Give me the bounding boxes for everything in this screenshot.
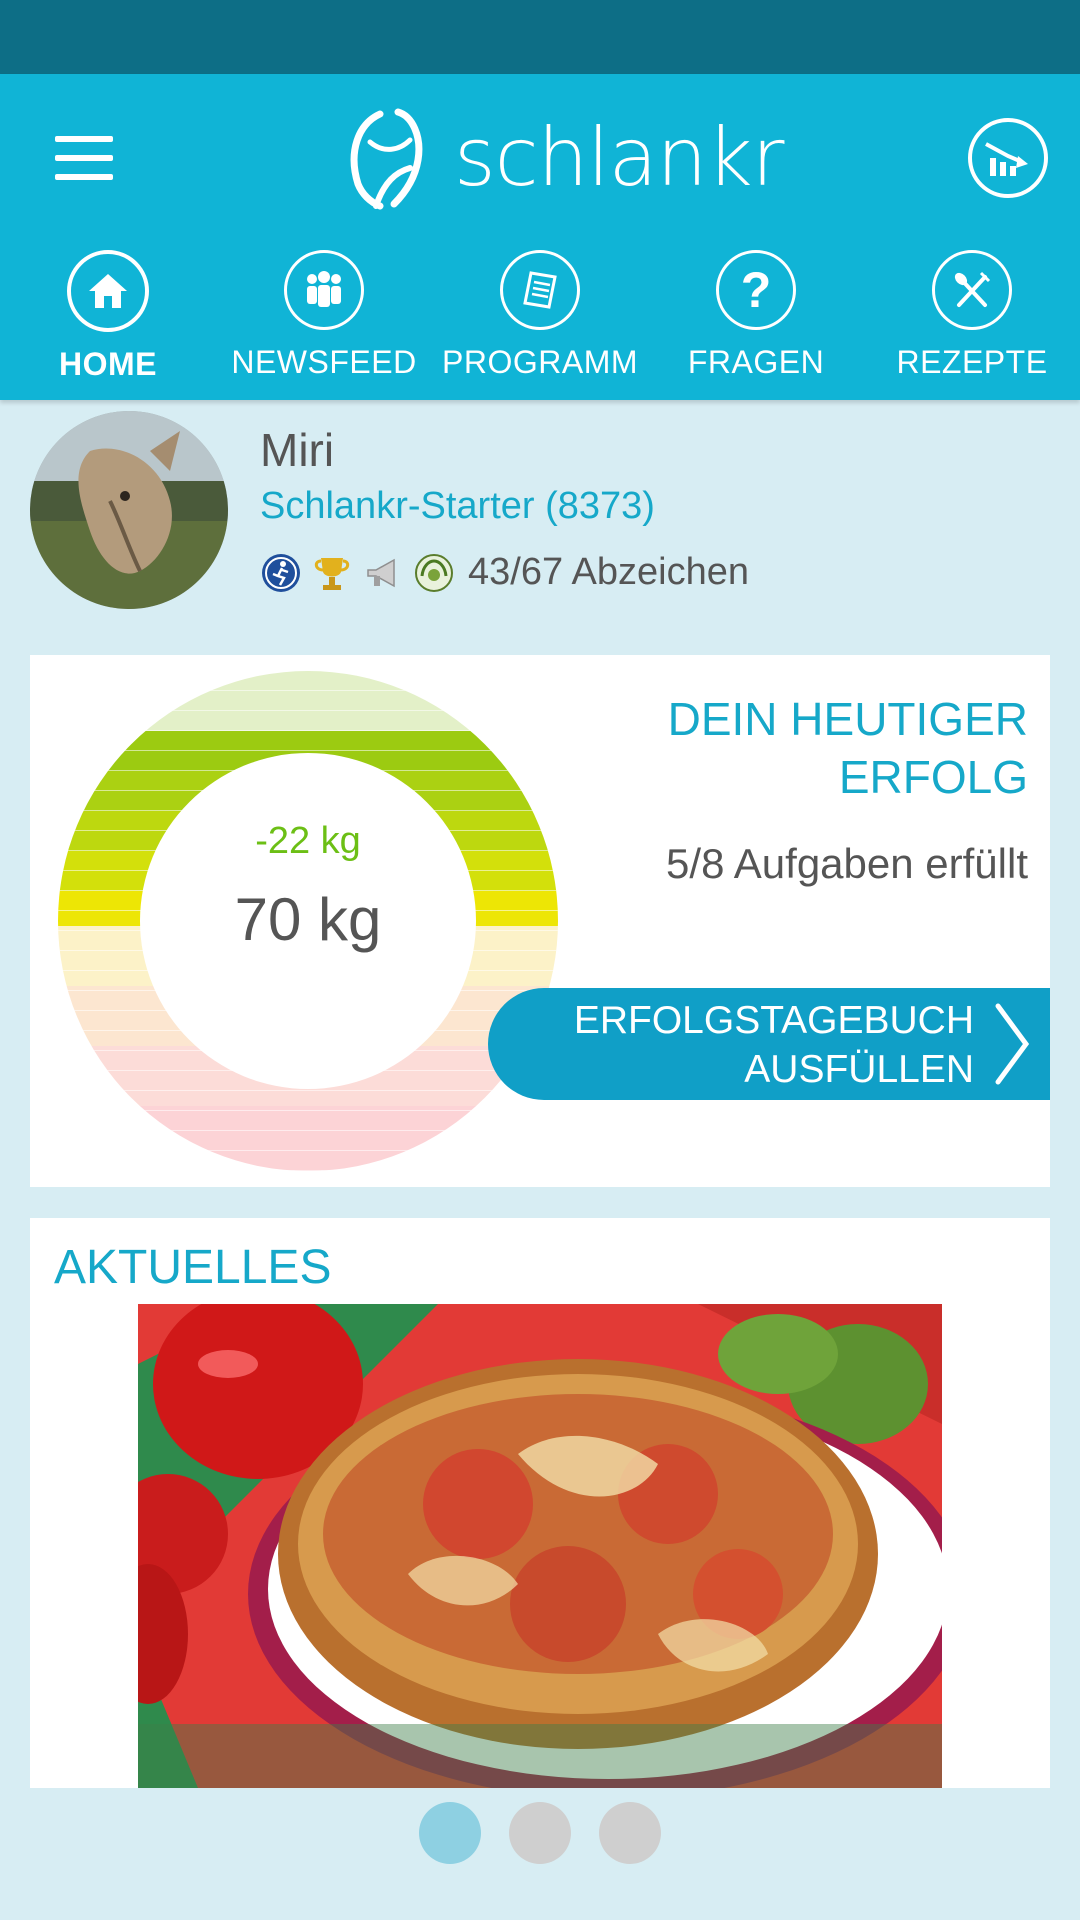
tab-programm[interactable]: PROGRAMM — [432, 250, 648, 400]
tab-fragen-label: FRAGEN — [687, 344, 825, 380]
tab-newsfeed-label: NEWSFEED — [231, 344, 417, 380]
tab-rezepte-label: REZEPTE — [896, 344, 1048, 380]
weight-chart-icon — [985, 142, 1028, 176]
tab-programm-label: PROGRAMM — [442, 344, 638, 380]
document-icon — [500, 250, 580, 330]
tab-home-label: HOME — [59, 346, 157, 382]
news-title: AKTUELLES — [54, 1241, 332, 1294]
badge-count: 43/67 Abzeichen — [468, 551, 750, 593]
daily-success-card: -22 kg 70 kg DEIN HEUTIGER ERFOLG 5/8 Au… — [30, 655, 1050, 1187]
carousel-pager — [0, 1802, 1080, 1864]
tab-home[interactable]: HOME — [0, 250, 216, 400]
tab-newsfeed[interactable]: NEWSFEED — [216, 250, 432, 400]
wreath-badge-icon — [415, 553, 453, 592]
main-navigation: HOME NEWSFEED PROGRAMM ? FRAGEN REZEPTE — [0, 250, 1080, 400]
success-title-line1: DEIN HEUTIGER — [667, 693, 1028, 745]
home-icon — [67, 250, 149, 332]
tab-rezepte[interactable]: REZEPTE — [864, 250, 1080, 400]
question-icon: ? — [716, 250, 796, 330]
fill-diary-button[interactable]: ERFOLGSTAGEBUCH AUSFÜLLEN — [488, 988, 1050, 1100]
fill-diary-label: ERFOLGSTAGEBUCH AUSFÜLLEN — [574, 996, 974, 1094]
brand-name: schlankr — [454, 110, 785, 204]
hamburger-icon[interactable] — [55, 136, 113, 180]
app-logo: schlankr — [340, 102, 785, 212]
pager-dot-1[interactable] — [419, 1802, 481, 1864]
weight-delta: -22 kg — [255, 820, 361, 862]
megaphone-badge-icon — [367, 558, 395, 587]
avatar[interactable] — [30, 411, 228, 609]
people-icon — [284, 250, 364, 330]
tab-fragen[interactable]: ? FRAGEN — [648, 250, 864, 400]
weight-stats-button[interactable] — [968, 118, 1048, 198]
badge-row[interactable]: 43/67 Abzeichen — [260, 551, 749, 594]
tasks-status: 5/8 Aufgaben erfüllt — [666, 840, 1028, 887]
logo-body-icon — [350, 108, 423, 210]
pager-dot-2[interactable] — [509, 1802, 571, 1864]
runner-badge-icon — [262, 553, 300, 592]
fill-diary-label-line1: ERFOLGSTAGEBUCH — [573, 999, 974, 1042]
profile-level[interactable]: Schlankr-Starter (8373) — [260, 485, 655, 528]
pizza-photo[interactable] — [138, 1304, 942, 1788]
profile-name: Miri — [260, 424, 335, 476]
profile-header: Miri Schlankr-Starter (8373) 43/67 Abzei… — [0, 405, 1080, 615]
success-title-line2: ERFOLG — [838, 751, 1028, 803]
trophy-badge-icon — [314, 557, 350, 590]
fork-knife-icon — [932, 250, 1012, 330]
app-bar: schlankr HOME NEWSFEED PROGRAMM ? FRAGEN… — [0, 74, 1080, 400]
pager-dot-3[interactable] — [599, 1802, 661, 1864]
news-card: AKTUELLES — [30, 1218, 1050, 1788]
fill-diary-label-line2: AUSFÜLLEN — [744, 1048, 974, 1091]
chevron-right-icon — [995, 1003, 1030, 1085]
current-weight: 70 kg — [234, 886, 382, 953]
status-bar — [0, 0, 1080, 74]
success-title: DEIN HEUTIGER ERFOLG — [608, 690, 1028, 806]
